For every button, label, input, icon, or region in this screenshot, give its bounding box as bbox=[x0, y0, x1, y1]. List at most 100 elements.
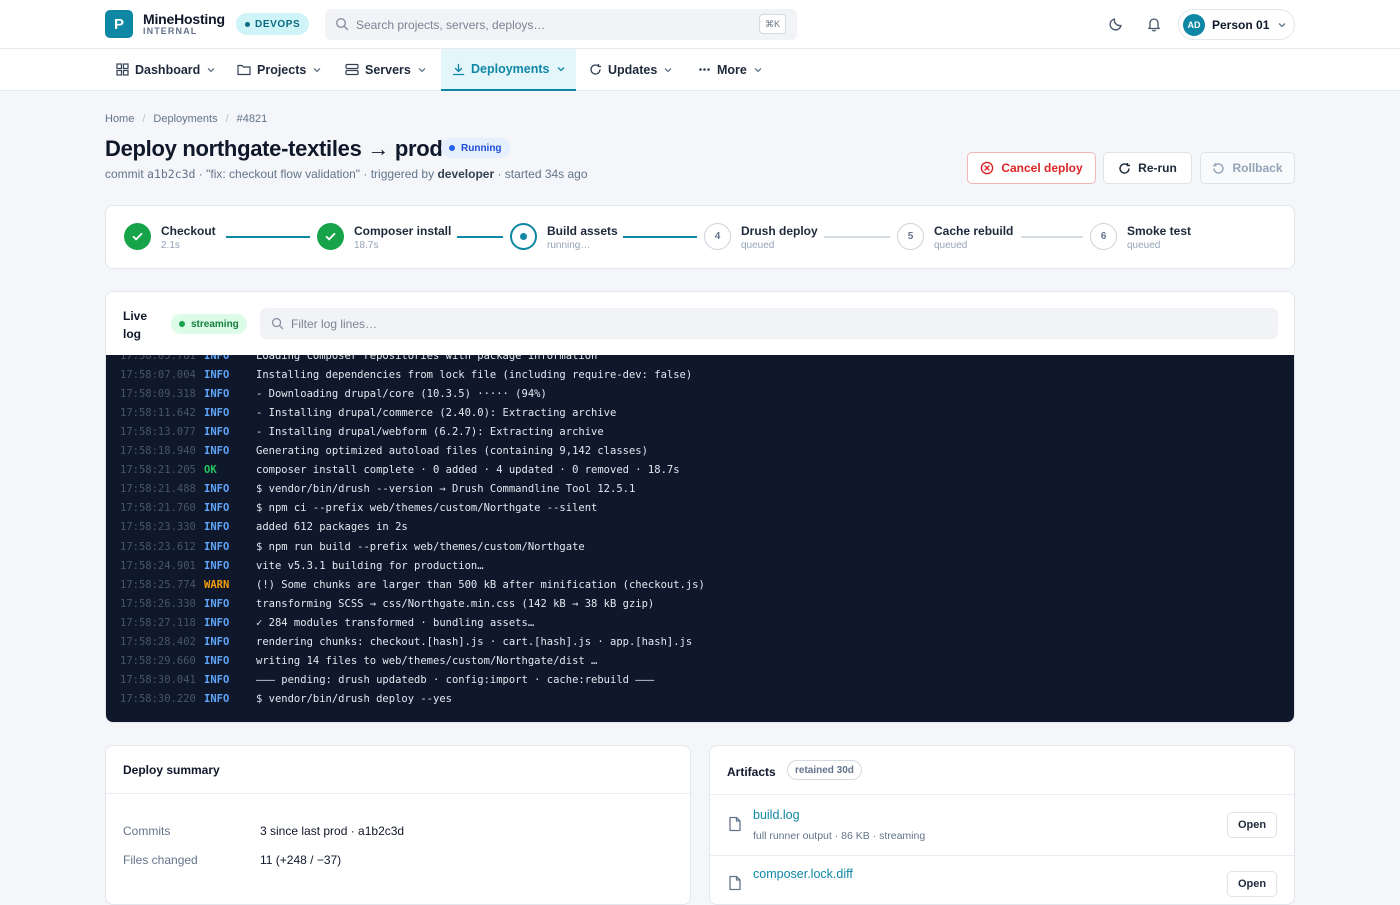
open-artifact-button[interactable]: Open bbox=[1227, 812, 1277, 838]
pipeline-connector bbox=[457, 236, 503, 238]
breadcrumb-separator: / bbox=[142, 113, 146, 125]
nav-dashboard[interactable]: Dashboard bbox=[105, 49, 223, 90]
log-line: 17:58:25.774 WARN (!) Some chunks are larg… bbox=[120, 575, 705, 594]
chevron-down-icon bbox=[313, 67, 321, 72]
refresh-icon bbox=[1119, 162, 1131, 174]
pipeline-connector bbox=[1021, 236, 1083, 238]
log-level: INFO bbox=[204, 636, 230, 648]
server-icon bbox=[345, 63, 359, 76]
log-line: 17:58:13.077 INFO - Installing drupal/webf… bbox=[120, 422, 604, 441]
commit-hash[interactable]: a1b2c3d bbox=[147, 167, 195, 181]
nav-deployments[interactable]: Deployments bbox=[441, 49, 576, 91]
breadcrumb-home[interactable]: Home bbox=[105, 113, 134, 125]
top-bar: P MineHosting INTERNAL DEVOPS ⌘K AD Pers… bbox=[0, 0, 1400, 49]
nav-projects-label: Projects bbox=[257, 62, 307, 77]
log-level: INFO bbox=[204, 597, 230, 610]
log-level: INFO bbox=[204, 368, 230, 381]
log-message: $ npm ci --prefix web/themes/custom/Nort… bbox=[256, 502, 598, 515]
breadcrumb-deployments[interactable]: Deployments bbox=[153, 113, 217, 125]
nav-updates[interactable]: Updates bbox=[578, 49, 683, 90]
deploy-meta: commit a1b2c3d · "fix: checkout flow val… bbox=[105, 167, 588, 181]
divider bbox=[710, 794, 1294, 795]
commit-message: · "fix: checkout flow validation" · trig… bbox=[195, 167, 438, 181]
breadcrumb-separator: / bbox=[225, 113, 229, 125]
step-meta: running… bbox=[547, 240, 591, 251]
rollback-button[interactable]: Rollback bbox=[1200, 152, 1295, 184]
log-level: INFO bbox=[204, 387, 230, 400]
nav-more[interactable]: More bbox=[687, 49, 777, 90]
deploy-summary-title: Deploy summary bbox=[123, 763, 220, 777]
step-number: 6 bbox=[1090, 223, 1117, 250]
rollback-label: Rollback bbox=[1232, 161, 1283, 175]
log-timestamp: 17:58:23.330 bbox=[120, 521, 196, 534]
retention-badge: retained 30d bbox=[787, 760, 862, 780]
live-log-title: Live log bbox=[123, 309, 148, 341]
log-level: INFO bbox=[204, 521, 230, 534]
log-message: composer install complete · 0 added · 4 … bbox=[256, 464, 680, 477]
step-name: Composer install bbox=[354, 224, 452, 238]
log-timestamp: 17:58:29.660 bbox=[120, 655, 196, 668]
pipeline-connector bbox=[623, 236, 697, 238]
app-logo[interactable]: P bbox=[105, 10, 133, 38]
user-menu[interactable]: AD Person 01 bbox=[1178, 9, 1295, 40]
divider bbox=[106, 793, 690, 794]
log-line: 17:58:26.330 INFO transforming SCSS → css/… bbox=[120, 594, 654, 613]
log-level: INFO bbox=[204, 616, 230, 629]
log-timestamp: 17:58:05.781 bbox=[120, 355, 196, 362]
pipeline-step-composer[interactable]: Composer install 18.7s bbox=[317, 223, 457, 253]
log-line: 17:58:21.760 INFO $ npm ci --prefix web/th… bbox=[120, 499, 597, 518]
artifact-link[interactable]: composer.lock.diff bbox=[753, 867, 853, 881]
log-line: 17:58:05.781 INFO Loading composer reposit… bbox=[120, 355, 597, 365]
log-output[interactable]: 17:58:05.781 INFO Loading composer reposit… bbox=[106, 355, 1294, 722]
log-line: 17:58:23.612 INFO $ npm run build --prefix… bbox=[120, 537, 585, 556]
pipeline-card: Checkout 2.1s Composer install 18.7s Bui… bbox=[105, 205, 1295, 269]
grid-icon bbox=[116, 63, 129, 76]
pipeline-step-cache[interactable]: 5 Cache rebuild queued bbox=[897, 223, 1017, 253]
artifact-link[interactable]: build.log bbox=[753, 808, 800, 822]
rerun-button[interactable]: Re-run bbox=[1103, 152, 1192, 184]
nav-servers[interactable]: Servers bbox=[334, 49, 439, 90]
log-timestamp: 17:58:23.612 bbox=[120, 540, 196, 553]
step-name: Cache rebuild bbox=[934, 224, 1014, 238]
brand-name: MineHosting bbox=[143, 11, 225, 27]
search-input[interactable] bbox=[356, 9, 756, 40]
log-level: WARN bbox=[204, 578, 230, 591]
pipeline-step-drush[interactable]: 4 Drush deploy queued bbox=[704, 223, 819, 253]
log-level: INFO bbox=[204, 425, 230, 438]
theme-toggle-button[interactable] bbox=[1104, 12, 1128, 36]
log-message: - Installing drupal/webform (6.2.7): Ext… bbox=[256, 425, 604, 438]
log-message: $ vendor/bin/drush --version → Drush Com… bbox=[256, 483, 636, 496]
avatar: AD bbox=[1183, 14, 1205, 36]
cancel-deploy-label: Cancel deploy bbox=[1001, 161, 1083, 175]
user-name: Person 01 bbox=[1212, 18, 1270, 32]
stream-dot-icon bbox=[179, 321, 185, 327]
log-filter[interactable] bbox=[260, 308, 1278, 339]
log-level: INFO bbox=[204, 355, 230, 362]
cancel-deploy-button[interactable]: Cancel deploy bbox=[967, 152, 1096, 184]
pipeline-step-checkout[interactable]: Checkout 2.1s bbox=[124, 223, 224, 253]
global-search[interactable]: ⌘K bbox=[325, 9, 797, 40]
log-filter-input[interactable] bbox=[291, 308, 1191, 339]
log-line: 17:58:30.220 INFO $ vendor/bin/drush deplo… bbox=[120, 690, 452, 709]
pipeline-step-build[interactable]: Build assets running… bbox=[510, 223, 620, 253]
pipeline-step-smoke[interactable]: 6 Smoke test queued bbox=[1090, 223, 1200, 253]
nav-projects[interactable]: Projects bbox=[226, 49, 333, 90]
trigger-user[interactable]: developer bbox=[437, 167, 494, 181]
step-number: 4 bbox=[704, 223, 731, 250]
started-time: · started 34s ago bbox=[494, 167, 588, 181]
chevron-down-icon bbox=[754, 67, 762, 72]
log-level: INFO bbox=[204, 445, 230, 457]
pipeline-connector bbox=[226, 236, 310, 238]
main-nav: Dashboard Projects Servers Deployments U… bbox=[0, 49, 1400, 91]
log-timestamp: 17:58:07.004 bbox=[120, 368, 196, 381]
log-level: INFO bbox=[204, 540, 230, 553]
refresh-icon bbox=[590, 64, 601, 75]
page-title: Deploy northgate-textiles → prod bbox=[105, 136, 443, 161]
notifications-button[interactable] bbox=[1142, 12, 1166, 36]
step-name: Drush deploy bbox=[741, 224, 818, 238]
check-icon bbox=[317, 223, 344, 250]
log-line: 17:58:28.402 INFO rendering chunks: checko… bbox=[120, 633, 692, 652]
log-line: 17:58:18.940 INFO Generating optimized aut… bbox=[120, 442, 648, 461]
nav-servers-label: Servers bbox=[365, 62, 411, 77]
log-line: 17:58:29.660 INFO writing 14 files to web/… bbox=[120, 652, 597, 671]
